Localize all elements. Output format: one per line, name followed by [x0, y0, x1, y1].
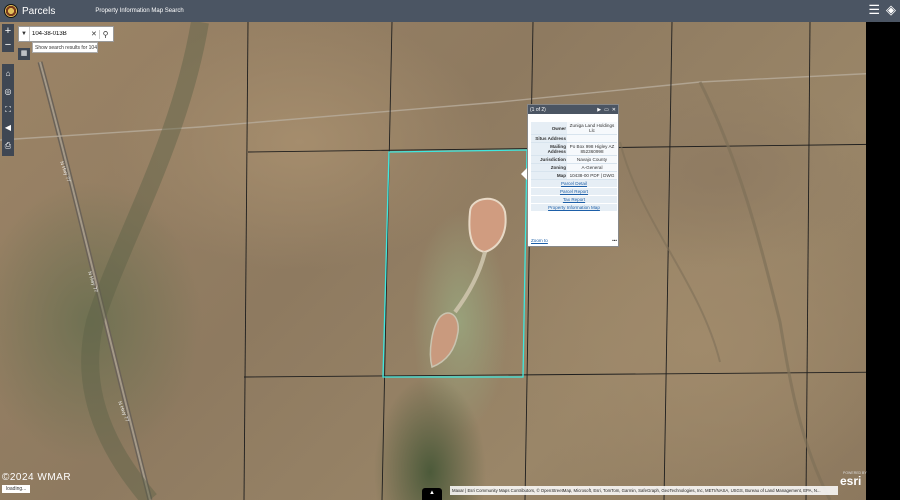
field-value: Zuniga Land Holdings Llc — [567, 122, 617, 135]
print-icon[interactable]: ⎙ — [5, 138, 11, 154]
search-tools: ▦ — [18, 48, 30, 60]
map-edge — [866, 22, 900, 500]
table-row: Jurisdiction Navajo County — [531, 155, 617, 164]
popup-footer: Zoom to ••• — [531, 238, 617, 243]
more-options-icon[interactable]: ••• — [612, 238, 617, 243]
app-title: Parcels — [22, 5, 56, 17]
esri-logo: esri — [840, 474, 862, 488]
tax-report-link[interactable]: Tax Report — [531, 195, 617, 204]
field-label: Jurisdiction — [531, 155, 567, 164]
table-row: Situs Address — [531, 134, 617, 143]
parcel-report-link[interactable]: Parcel Report — [531, 187, 617, 196]
table-row: Zoning A-General — [531, 163, 617, 172]
field-value: Po Box 998 Higley AZ 852360998 — [567, 142, 617, 156]
search-source-dropdown[interactable]: ▼ — [19, 31, 29, 37]
zoom-to-link[interactable]: Zoom to — [531, 238, 548, 243]
top-bar: Parcels Property Information Map Search … — [0, 0, 900, 22]
locate-icon[interactable]: ◎ — [5, 84, 12, 100]
satellite-map[interactable]: N Hwy 77 N Hwy 77 N Hwy 77 — [0, 22, 900, 500]
layers-icon[interactable]: ◈ — [886, 3, 896, 17]
app-subtitle: Property Information Map Search — [95, 8, 184, 14]
field-value: A-General — [567, 163, 617, 172]
field-label: Map — [531, 171, 567, 180]
table-row: Map 10438-00 PDF | DWG — [531, 171, 617, 180]
fullscreen-icon[interactable]: ⛶ — [5, 102, 11, 118]
grid-icon[interactable]: ▦ — [18, 48, 30, 60]
search-box: ▼ ✕ ⚲ — [18, 26, 114, 42]
map-tools: ⌂ ◎ ⛶ ◀ ⎙ — [2, 64, 14, 156]
clear-icon[interactable]: ✕ — [91, 30, 99, 38]
table-row: Mailing Address Po Box 998 Higley AZ 852… — [531, 142, 617, 156]
popup-pager: (1 of 2) — [530, 106, 546, 113]
table-row: Owner Zuniga Land Holdings Llc — [531, 122, 617, 135]
field-label: Owner — [531, 122, 567, 135]
back-icon[interactable]: ◀ — [5, 120, 11, 136]
map-links[interactable]: 10438-00 PDF | DWG — [567, 171, 617, 180]
county-seal-logo — [4, 4, 18, 18]
close-icon[interactable]: ✕ — [612, 107, 616, 113]
search-suggestion[interactable]: Show search results for 104-38-... — [32, 42, 98, 53]
popup-header: (1 of 2) ▶ ▭ ✕ — [528, 105, 618, 114]
copyright-watermark: ©2024 WMAR — [2, 472, 72, 483]
field-value: Navajo County — [567, 155, 617, 164]
attribute-table: Owner Zuniga Land Holdings Llc Situs Add… — [531, 122, 617, 212]
zoom-out-button[interactable]: − — [5, 38, 11, 52]
parcel-detail-link[interactable]: Parcel Detail — [531, 179, 617, 188]
list-icon[interactable]: ☰ — [868, 3, 880, 17]
loading-indicator: loading... — [2, 485, 31, 493]
parcel-popup: (1 of 2) ▶ ▭ ✕ Owner Zuniga Land Holding… — [527, 104, 619, 247]
search-input[interactable] — [29, 27, 91, 41]
zoom-controls: + − — [2, 24, 14, 52]
dock-icon[interactable]: ▭ — [604, 107, 609, 113]
home-icon[interactable]: ⌂ — [6, 66, 11, 82]
search-icon[interactable]: ⚲ — [99, 29, 111, 39]
field-label: Mailing Address — [531, 142, 567, 156]
field-label: Situs Address — [531, 134, 567, 143]
property-map-link[interactable]: Property Information Map — [531, 203, 617, 212]
zoom-in-button[interactable]: + — [5, 24, 11, 38]
expand-attribution-icon[interactable]: ▲ — [422, 488, 442, 500]
field-label: Zoning — [531, 163, 567, 172]
map-overlay: N Hwy 77 N Hwy 77 N Hwy 77 — [0, 22, 900, 500]
next-icon[interactable]: ▶ — [597, 107, 601, 113]
map-attribution: Maxar | Esri Community Maps Contributors… — [450, 486, 838, 495]
field-value — [567, 134, 617, 143]
